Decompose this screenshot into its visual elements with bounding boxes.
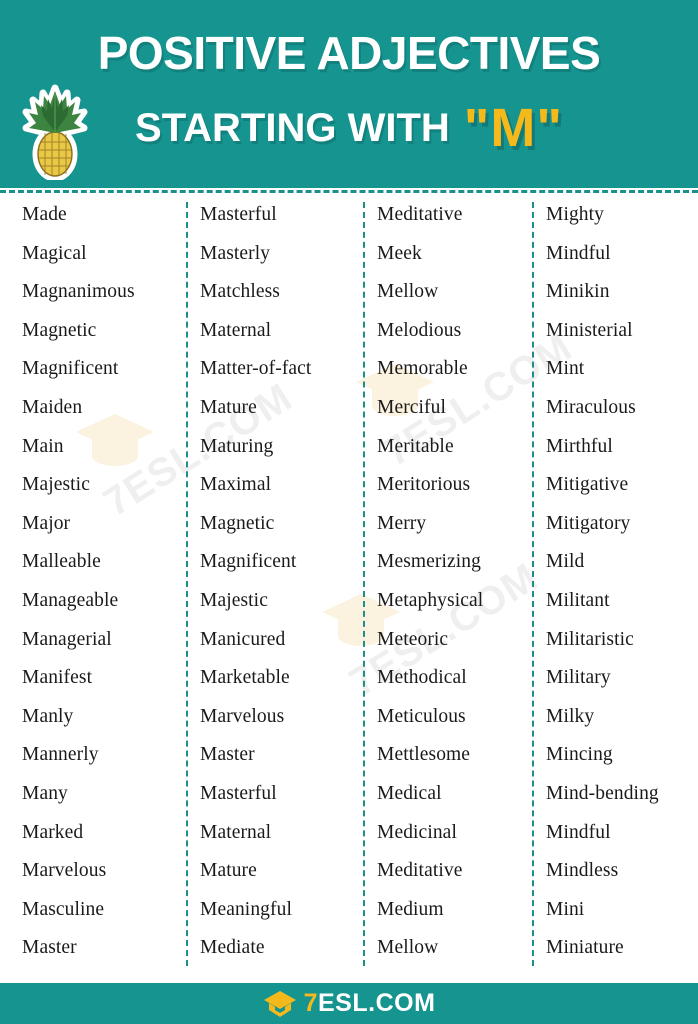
footer-bar: 7ESL.COM bbox=[0, 983, 698, 1024]
word-item: Mitigative bbox=[546, 474, 629, 496]
word-item: Manageable bbox=[22, 589, 119, 611]
word-item: Meditative bbox=[377, 860, 463, 882]
word-item: Maternal bbox=[200, 821, 272, 843]
page-title-line-2-prefix: STARTING WITH bbox=[135, 106, 450, 150]
word-item: Majestic bbox=[200, 589, 268, 611]
word-item: Medical bbox=[377, 782, 442, 804]
word-item: Militaristic bbox=[546, 628, 634, 650]
word-item: Marketable bbox=[200, 667, 290, 689]
word-item: Mint bbox=[546, 358, 585, 380]
word-column-2: Masterful Masterly Matchless Maternal Ma… bbox=[200, 196, 370, 968]
word-item: Minikin bbox=[546, 281, 610, 303]
word-item: Major bbox=[22, 512, 71, 534]
word-item: Masterful bbox=[200, 782, 277, 804]
word-item: Malleable bbox=[22, 551, 101, 573]
word-item: Mellow bbox=[377, 937, 439, 959]
word-item: Mindless bbox=[546, 860, 619, 882]
word-item: Mighty bbox=[546, 204, 605, 225]
word-item: Meaningful bbox=[200, 898, 292, 920]
word-column-1: Made Magical Magnanimous Magnetic Magnif… bbox=[22, 196, 192, 968]
word-item: Medicinal bbox=[377, 821, 457, 843]
word-item: Magnificent bbox=[22, 358, 119, 380]
word-item: Master bbox=[200, 744, 255, 766]
word-item: Milky bbox=[546, 705, 595, 727]
word-item: Made bbox=[22, 204, 67, 225]
word-item: Majestic bbox=[22, 474, 90, 496]
word-item: Mindful bbox=[546, 242, 611, 264]
word-item: Many bbox=[22, 782, 68, 804]
word-item: Mannerly bbox=[22, 744, 99, 766]
word-item: Magnetic bbox=[200, 512, 275, 534]
site-logo-seven: 7 bbox=[303, 989, 318, 1017]
word-column-3: Meditative Meek Mellow Melodious Memorab… bbox=[377, 196, 547, 968]
word-item: Manifest bbox=[22, 667, 93, 689]
word-item: Miniature bbox=[546, 937, 624, 959]
word-item: Mellow bbox=[377, 281, 439, 303]
word-item: Meticulous bbox=[377, 705, 466, 727]
word-item: Meritorious bbox=[377, 474, 471, 496]
word-item: Maiden bbox=[22, 396, 83, 418]
word-item: Marked bbox=[22, 821, 84, 843]
site-logo-text: 7ESL.COM bbox=[304, 991, 436, 1016]
pineapple-icon bbox=[22, 84, 88, 180]
word-item: Marvelous bbox=[200, 705, 285, 727]
word-item: Merry bbox=[377, 512, 427, 534]
word-item: Militant bbox=[546, 589, 610, 611]
page-title-highlight-letter: "M" bbox=[463, 98, 563, 158]
word-item: Mindful bbox=[546, 821, 611, 843]
word-item: Melodious bbox=[377, 319, 462, 341]
word-item: Mind-bending bbox=[546, 782, 659, 804]
word-item: Miraculous bbox=[546, 396, 636, 418]
site-logo[interactable]: 7ESL.COM bbox=[263, 989, 436, 1019]
word-item: Maximal bbox=[200, 474, 272, 496]
site-logo-rest: ESL.COM bbox=[318, 989, 436, 1017]
word-item: Main bbox=[22, 435, 64, 457]
word-item: Mini bbox=[546, 898, 585, 920]
word-item: Metaphysical bbox=[377, 589, 484, 611]
word-item: Medium bbox=[377, 898, 444, 920]
word-item: Memorable bbox=[377, 358, 468, 380]
word-item: Mirthful bbox=[546, 435, 613, 457]
word-item: Masterful bbox=[200, 204, 277, 225]
word-item: Meek bbox=[377, 242, 422, 264]
word-item: Maternal bbox=[200, 319, 272, 341]
word-item: Mincing bbox=[546, 744, 613, 766]
word-item: Matter-of-fact bbox=[200, 358, 312, 380]
header-banner: POSITIVE ADJECTIVES STARTING WITH "M" bbox=[0, 0, 698, 188]
word-column-4: Mighty Mindful Minikin Ministerial Mint … bbox=[546, 196, 698, 968]
header-content: POSITIVE ADJECTIVES STARTING WITH "M" bbox=[0, 0, 698, 188]
word-item: Mesmerizing bbox=[377, 551, 481, 573]
word-item: Meteoric bbox=[377, 628, 449, 650]
page-title-line-2: STARTING WITH "M" bbox=[0, 98, 698, 155]
word-item: Mettlesome bbox=[377, 744, 471, 766]
word-item: Ministerial bbox=[546, 319, 633, 341]
word-item: Magical bbox=[22, 242, 87, 264]
word-item: Master bbox=[22, 937, 77, 959]
word-item: Merciful bbox=[377, 396, 447, 418]
graduation-cap-icon bbox=[263, 990, 296, 1017]
word-item: Methodical bbox=[377, 667, 467, 689]
word-item: Manly bbox=[22, 705, 74, 727]
word-item: Meditative bbox=[377, 204, 463, 225]
word-item: Marvelous bbox=[22, 860, 107, 882]
word-item: Mitigatory bbox=[546, 512, 631, 534]
word-list-board: 7ESL.COM 7ESL.COM 7ESL.COM Made Magical … bbox=[0, 196, 698, 983]
word-item: Masterly bbox=[200, 242, 271, 264]
word-item: Mature bbox=[200, 860, 257, 882]
word-item: Maturing bbox=[200, 435, 274, 457]
header-divider bbox=[0, 190, 698, 193]
word-item: Magnificent bbox=[200, 551, 297, 573]
word-item: Managerial bbox=[22, 628, 112, 650]
word-item: Magnanimous bbox=[22, 281, 135, 303]
word-item: Masculine bbox=[22, 898, 105, 920]
word-item: Military bbox=[546, 667, 611, 689]
word-item: Meritable bbox=[377, 435, 454, 457]
word-item: Mediate bbox=[200, 937, 265, 959]
word-item: Manicured bbox=[200, 628, 286, 650]
word-item: Magnetic bbox=[22, 319, 97, 341]
word-item: Matchless bbox=[200, 281, 280, 303]
word-item: Mature bbox=[200, 396, 257, 418]
page-title-line-1: POSITIVE ADJECTIVES bbox=[97, 27, 601, 79]
word-item: Mild bbox=[546, 551, 585, 573]
